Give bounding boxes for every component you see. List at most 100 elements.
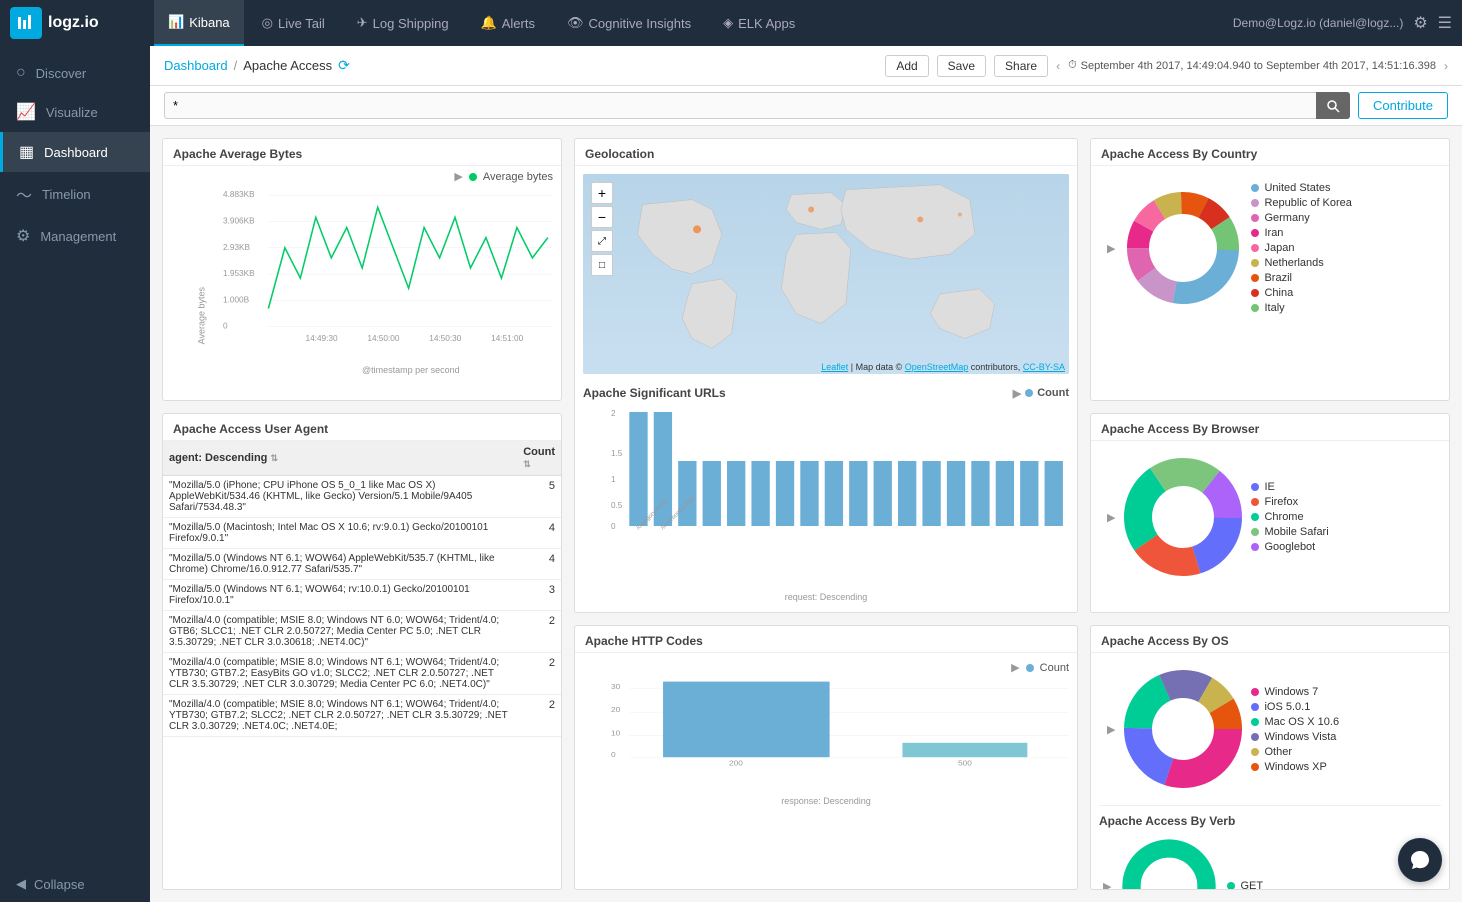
nav-logshipping[interactable]: ✈ Log Shipping: [343, 0, 463, 46]
legend-chrome: Chrome: [1251, 511, 1328, 523]
nav-user[interactable]: Demo@Logz.io (daniel@logz...): [1233, 16, 1403, 30]
http-codes-panel: Apache HTTP Codes ▶ Count 30 20 10 0: [574, 625, 1078, 890]
time-range[interactable]: ⏱ September 4th 2017, 14:49:04.940 to Se…: [1068, 59, 1436, 72]
http-codes-expand[interactable]: ▶: [1011, 661, 1019, 674]
avg-bytes-x-footer: @timestamp per second: [362, 365, 460, 375]
chrome-dot: [1251, 513, 1259, 521]
main-content: Dashboard / Apache Access ⟳ Add Save Sha…: [150, 46, 1462, 902]
logshipping-icon: ✈: [357, 15, 368, 31]
breadcrumb-dashboard-link[interactable]: Dashboard: [164, 58, 228, 73]
avg-bytes-dot: [469, 173, 477, 181]
map-fit-button[interactable]: ⤢: [591, 230, 613, 252]
map-attribution: Leaflet | Map data © OpenStreetMap contr…: [821, 362, 1065, 372]
agent-col-header[interactable]: agent: Descending ⇅: [163, 441, 517, 476]
sig-urls-header: Apache Significant URLs ▶ Count: [583, 382, 1069, 404]
sig-urls-x-footer: request: Descending: [785, 592, 868, 602]
ir-dot: [1251, 229, 1259, 237]
logo-icon[interactable]: [10, 7, 42, 39]
agent-cell: "Mozilla/5.0 (iPhone; CPU iPhone OS 5_0_…: [163, 476, 517, 518]
by-os-panel: Apache Access By OS ▶: [1090, 625, 1450, 890]
search-input-wrap: [164, 92, 1350, 119]
add-button[interactable]: Add: [885, 55, 928, 77]
search-button[interactable]: [1316, 92, 1350, 119]
world-map-svg: [583, 174, 1069, 374]
menu-icon[interactable]: ☰: [1438, 13, 1452, 33]
by-country-expand[interactable]: ▶: [1107, 242, 1115, 255]
sidebar-item-dashboard[interactable]: ▦ Dashboard: [0, 132, 150, 172]
cn-dot: [1251, 289, 1259, 297]
by-country-chart: ▶: [1099, 174, 1441, 322]
by-os-donut: [1123, 669, 1243, 789]
map-controls: + − ⤢ □: [591, 182, 613, 276]
map-square-button[interactable]: □: [591, 254, 613, 276]
win7-dot: [1251, 688, 1259, 696]
by-browser-expand[interactable]: ▶: [1107, 511, 1115, 524]
vista-dot: [1251, 733, 1259, 741]
sidebar-item-management[interactable]: ⚙ Management: [0, 216, 150, 256]
nav-next-icon[interactable]: ›: [1444, 59, 1448, 73]
nav-right: Demo@Logz.io (daniel@logz...) ⚙ ☰: [1233, 13, 1452, 33]
agent-cell: "Mozilla/4.0 (compatible; MSIE 8.0; Wind…: [163, 695, 517, 737]
avg-bytes-expand[interactable]: ▶: [454, 170, 462, 183]
nav-cognitive[interactable]: 👁 Cognitive Insights: [553, 0, 705, 46]
svg-text:0.5: 0.5: [611, 501, 623, 510]
sidebar-item-timelion[interactable]: 〜 Timelion: [0, 172, 150, 216]
svg-text:1.953KB: 1.953KB: [223, 269, 255, 278]
by-verb-legend: GET: [1227, 880, 1263, 890]
nav-alerts[interactable]: 🔔 Alerts: [467, 0, 549, 46]
by-os-expand[interactable]: ▶: [1107, 723, 1115, 736]
clock-icon: ⏱: [1068, 59, 1077, 72]
table-header-row: agent: Descending ⇅ Count ⇅: [163, 441, 561, 476]
geolocation-panel: Geolocation: [574, 138, 1078, 613]
http-codes-svg: 30 20 10 0: [611, 678, 1069, 768]
avg-bytes-svg: 4.883KB 3.906KB 2.93KB 1.953KB 1.000B 0: [223, 187, 553, 349]
chat-button[interactable]: [1398, 838, 1442, 882]
search-input[interactable]: [164, 92, 1350, 119]
sidebar-item-discover[interactable]: ○ Discover: [0, 54, 150, 92]
svg-text:10: 10: [611, 729, 621, 737]
search-bar: Contribute: [150, 86, 1462, 126]
avg-bytes-panel: Apache Average Bytes ▶ Average bytes Ave…: [162, 138, 562, 401]
nav-livetail[interactable]: ◎ Live Tail: [248, 0, 339, 46]
timelion-icon: 〜: [16, 182, 32, 206]
legend-winxp: Windows XP: [1251, 761, 1339, 773]
zoom-out-button[interactable]: −: [591, 206, 613, 228]
sidebar-item-visualize[interactable]: 📈 Visualize: [0, 92, 150, 132]
contribute-button[interactable]: Contribute: [1358, 92, 1448, 119]
count-cell: 5: [517, 476, 561, 518]
svg-text:14:50:00: 14:50:00: [367, 334, 400, 343]
nav-elkapps[interactable]: ◈ ELK Apps: [709, 0, 809, 46]
alerts-icon: 🔔: [481, 15, 497, 31]
legend-japan: Japan: [1251, 242, 1351, 254]
get-dot: [1227, 882, 1235, 890]
http-codes-body: ▶ Count 30 20 10 0: [575, 653, 1077, 816]
svg-text:14:50:30: 14:50:30: [429, 334, 462, 343]
agent-cell: "Mozilla/5.0 (Windows NT 6.1; WOW64; rv:…: [163, 580, 517, 611]
count-col-header[interactable]: Count ⇅: [517, 441, 561, 476]
mac-dot: [1251, 718, 1259, 726]
by-verb-donut: [1119, 836, 1219, 890]
sidebar-collapse[interactable]: ◀ Collapse: [0, 866, 150, 902]
svg-text:3.906KB: 3.906KB: [223, 217, 255, 226]
sub-header-actions: Add Save Share ‹ ⏱ September 4th 2017, 1…: [885, 55, 1448, 77]
svg-text:0: 0: [223, 322, 228, 331]
by-verb-expand[interactable]: ▶: [1103, 880, 1111, 891]
svg-text:2.93KB: 2.93KB: [223, 243, 251, 252]
breadcrumb-refresh-icon[interactable]: ⟳: [338, 57, 350, 74]
geo-body: + − ⤢ □ Leaflet | Map data © OpenStreetM…: [575, 166, 1077, 612]
save-button[interactable]: Save: [937, 55, 986, 77]
sig-urls-dot: [1025, 389, 1033, 397]
zoom-in-button[interactable]: +: [591, 182, 613, 204]
nav-prev-icon[interactable]: ‹: [1056, 59, 1060, 73]
agent-cell: "Mozilla/5.0 (Windows NT 6.1; WOW64) App…: [163, 549, 517, 580]
share-button[interactable]: Share: [994, 55, 1048, 77]
mobilesafari-dot: [1251, 528, 1259, 536]
svg-text:0: 0: [611, 751, 616, 759]
sig-urls-expand[interactable]: ▶: [1013, 387, 1021, 400]
http-codes-chart: 30 20 10 0: [583, 678, 1069, 808]
dashboard-grid: Apache Average Bytes ▶ Average bytes Ave…: [150, 126, 1462, 902]
legend-italy: Italy: [1251, 302, 1351, 314]
nav-kibana[interactable]: 📊 Kibana: [154, 0, 244, 46]
legend-ie: IE: [1251, 481, 1328, 493]
settings-icon[interactable]: ⚙: [1413, 13, 1427, 33]
